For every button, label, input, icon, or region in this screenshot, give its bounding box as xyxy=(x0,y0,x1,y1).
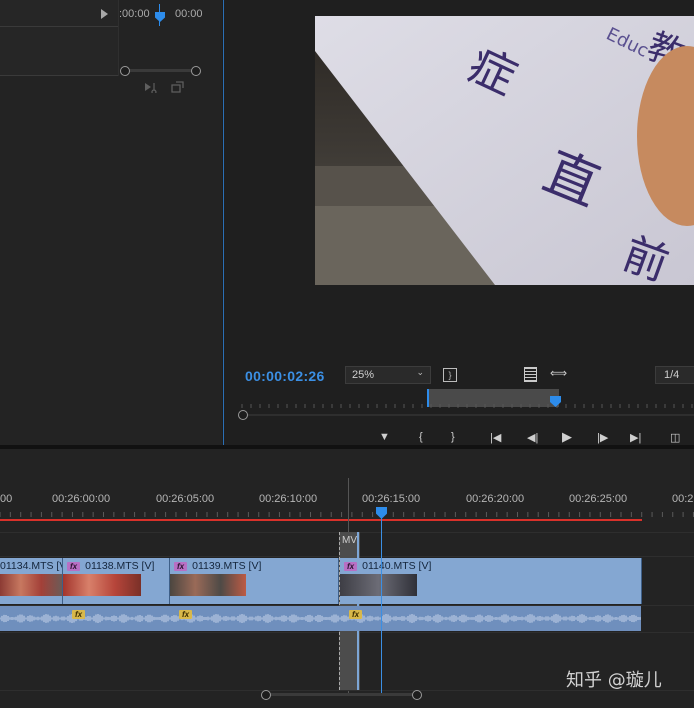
export-frame-icon[interactable] xyxy=(524,367,537,382)
program-scroll-handle[interactable] xyxy=(238,410,248,420)
play-icon[interactable]: ▶ xyxy=(562,429,572,445)
strip-divider xyxy=(0,75,118,76)
clip-thumbnail xyxy=(63,574,141,596)
clip-name: 01134.MTS [V xyxy=(0,560,63,572)
zoom-level-select[interactable]: 25% ⌄ xyxy=(345,366,431,384)
settings-bracket-icon[interactable]: } xyxy=(443,368,457,382)
zoom-level-value: 25% xyxy=(352,369,375,381)
go-to-out-icon[interactable]: ▶| xyxy=(630,431,641,444)
ruler-label: 00:26:05:00 xyxy=(156,493,215,505)
ruler-label: 00:26:10:00 xyxy=(259,493,318,505)
video-clip[interactable]: fx 01140.MTS [V] xyxy=(340,558,642,604)
timeline-scrollbar[interactable] xyxy=(265,693,420,696)
clip-thumbnail xyxy=(170,574,246,596)
export-frame-icon[interactable] xyxy=(170,80,186,98)
ruler-label: 00:26:15:00 xyxy=(362,493,421,505)
source-timecode-out: 00:00 xyxy=(175,8,203,20)
source-timecode-in: :00:00 xyxy=(119,8,150,20)
watermark: 知乎 @璇儿 xyxy=(566,670,662,691)
ruler-label: 00:26:20:00 xyxy=(466,493,525,505)
audio-fx-badge-icon: fx xyxy=(72,610,86,619)
transport-controls: ▼ { } |◀ ◀| ▶ |▶ ▶| ◫ xyxy=(377,429,694,445)
clip-name: fx 01138.MTS [V] xyxy=(67,560,154,572)
timeline-scroll-handle-left[interactable] xyxy=(261,690,271,700)
clip-thumbnail xyxy=(0,574,62,596)
timeline-scroll-handle-right[interactable] xyxy=(412,690,422,700)
mark-out-icon[interactable]: } xyxy=(451,431,455,443)
ruler-label: 00:26:00:00 xyxy=(52,493,111,505)
go-to-in-icon[interactable]: |◀ xyxy=(490,431,501,444)
strip-divider xyxy=(0,26,118,27)
render-status-bar xyxy=(0,519,642,521)
timeline-playhead-line xyxy=(381,513,382,693)
nested-sequence-label: MV xyxy=(342,535,357,546)
source-scroll-handle-left[interactable] xyxy=(120,66,130,76)
program-video-frame: 症 直 前 教 Educ xyxy=(315,16,694,285)
step-forward-icon[interactable]: |▶ xyxy=(597,431,608,444)
video-clip[interactable]: fx 01139.MTS [V] xyxy=(170,558,339,604)
playback-resolution-select[interactable]: 1/4 xyxy=(655,366,694,384)
audio-fx-badge-icon: fx xyxy=(179,610,193,619)
timeline-ruler-labels: 00 00:26:00:00 00:26:05:00 00:26:10:00 0… xyxy=(0,493,694,507)
mark-in-icon[interactable]: { xyxy=(419,431,423,443)
step-back-icon[interactable]: ◀| xyxy=(527,431,538,444)
button-editor-icon[interactable]: ⟺ xyxy=(550,366,567,380)
insert-icon[interactable]: ◫ xyxy=(670,431,680,444)
clip-name: fx 01140.MTS [V] xyxy=(344,560,431,572)
ruler-label: 00:26:25:00 xyxy=(569,493,628,505)
clip-thumbnail xyxy=(340,574,417,596)
fx-badge-icon: fx xyxy=(67,562,81,571)
chevron-down-icon: ⌄ xyxy=(416,367,424,377)
program-time-ruler[interactable] xyxy=(237,400,694,412)
video-clip[interactable]: fx 01138.MTS [V] xyxy=(63,558,170,604)
play-triangle-icon[interactable] xyxy=(101,9,108,19)
program-scrollbar[interactable] xyxy=(248,414,694,416)
fx-badge-icon: fx xyxy=(344,562,358,571)
source-scroll-handle-right[interactable] xyxy=(191,66,201,76)
fx-badge-icon: fx xyxy=(174,562,188,571)
program-timecode[interactable]: 00:00:02:26 xyxy=(245,368,325,384)
audio-fx-badge-icon: fx xyxy=(349,610,363,619)
ruler-label: 00 xyxy=(0,493,13,505)
ruler-label: 00:2 xyxy=(672,493,694,505)
audio-clip-track[interactable] xyxy=(0,606,641,631)
video-clip[interactable]: 01134.MTS [V xyxy=(0,558,63,604)
clip-name: fx 01139.MTS [V] xyxy=(174,560,261,572)
timeline-ruler-ticks[interactable] xyxy=(0,507,694,517)
insert-audio-icon[interactable] xyxy=(144,80,160,98)
add-marker-icon[interactable]: ▼ xyxy=(379,431,390,443)
source-zoom-scrollbar[interactable] xyxy=(120,69,200,72)
